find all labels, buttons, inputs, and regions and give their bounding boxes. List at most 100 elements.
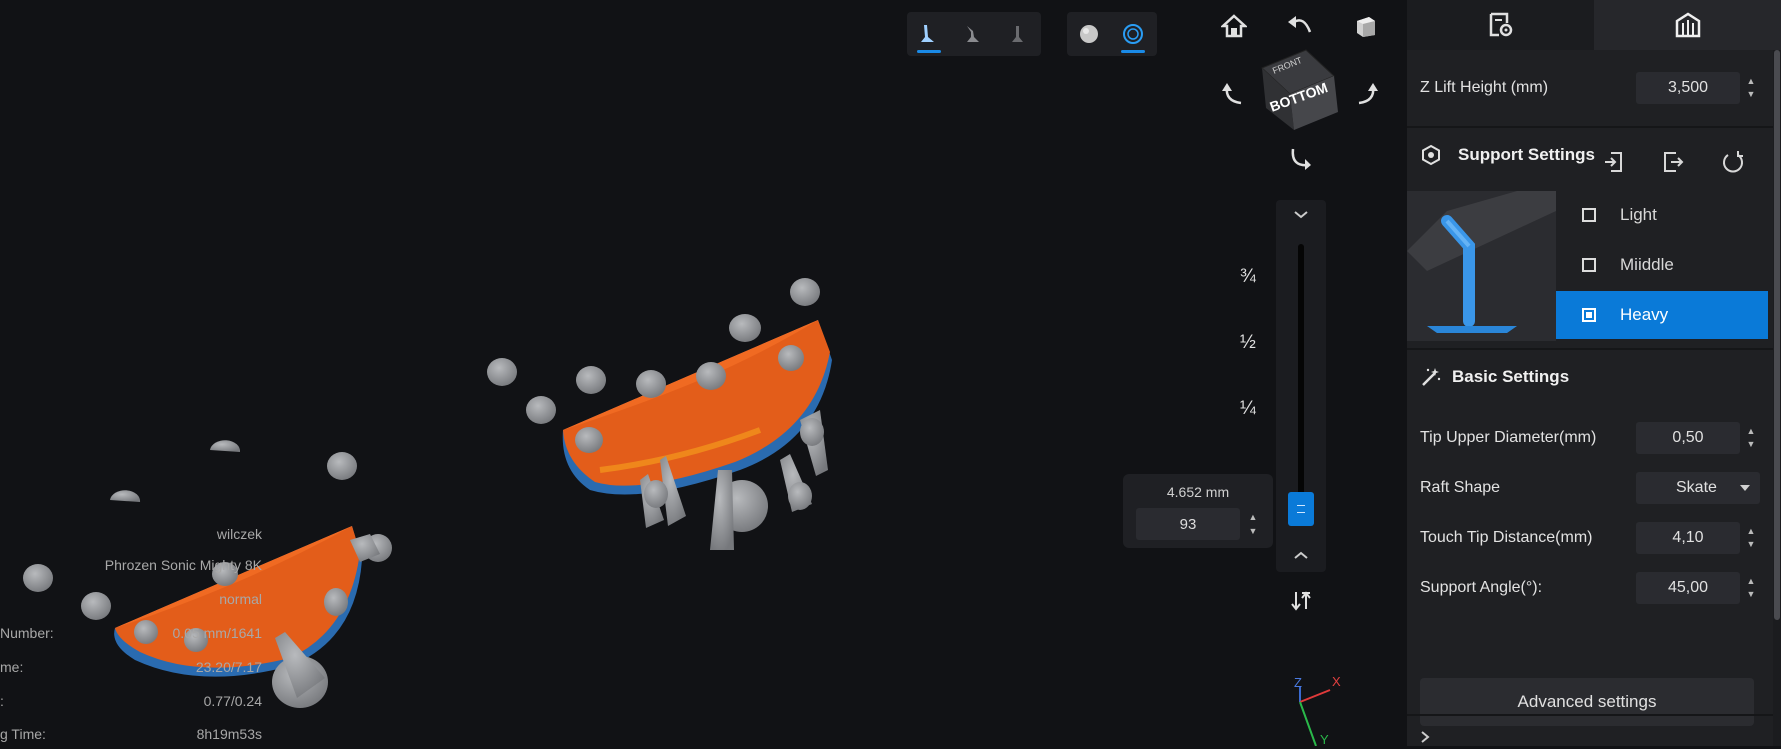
z-lift-spinner[interactable]: ▲ ▼ — [1742, 75, 1760, 101]
support-settings-header: Support Settings — [1420, 144, 1595, 166]
tip-upper-diameter-label: Tip Upper Diameter(mm) — [1420, 429, 1597, 446]
rotate-right-icon — [1358, 83, 1378, 105]
support-preview-image — [1407, 191, 1556, 341]
divider — [1407, 714, 1773, 716]
info-printer: Phrozen Sonic Mighty 8K — [104, 557, 262, 573]
advanced-settings-button[interactable]: Advanced settings — [1420, 678, 1754, 726]
info-layer-value: 0.05 mm/1641 — [172, 625, 263, 641]
checkbox-middle[interactable] — [1582, 258, 1596, 272]
support-tip-icon — [921, 25, 934, 42]
support-angle-row: Support Angle(°): 45,00 ▲ ▼ — [1420, 568, 1760, 608]
layer-slider[interactable] — [1276, 200, 1326, 572]
scrollbar-thumb[interactable] — [1774, 50, 1780, 620]
axis-gizmo: Z X Y — [1294, 676, 1341, 746]
sort-arrows-icon — [1291, 591, 1311, 611]
tip-upper-diameter-input[interactable]: 0,50 — [1636, 422, 1740, 454]
z-lift-row: Z Lift Height (mm) 3,500 ▲ ▼ — [1420, 68, 1760, 108]
chevron-down-icon — [1294, 211, 1308, 219]
touch-tip-distance-row: Touch Tip Distance(mm) 4,10 ▲ ▼ — [1420, 518, 1760, 558]
solid-view-button[interactable] — [1067, 12, 1111, 56]
chevron-right-icon — [1421, 731, 1430, 743]
z-lift-label: Z Lift Height (mm) — [1420, 79, 1549, 96]
panel-tabs — [1407, 0, 1781, 50]
rotate-down-icon — [1291, 148, 1311, 170]
view-cube[interactable]: FRONT BOTTOM — [1254, 46, 1344, 136]
home-view-button[interactable] — [1216, 8, 1252, 44]
hexagon-settings-icon — [1422, 144, 1440, 166]
import-settings-button[interactable] — [1602, 150, 1628, 176]
solid-sphere-icon — [1080, 25, 1098, 43]
tab-print-settings[interactable] — [1407, 0, 1594, 50]
touch-tip-distance-input[interactable]: 4,10 — [1636, 522, 1740, 554]
view-mode-toolbar — [1067, 12, 1157, 56]
slider-up-button[interactable] — [1276, 204, 1326, 226]
reset-icon — [1723, 151, 1743, 173]
support-angle-label: Support Angle(°): — [1420, 579, 1543, 596]
iso-view-button[interactable] — [1348, 8, 1384, 44]
layer-number-input[interactable]: 93 — [1136, 508, 1240, 540]
rotate-left-button[interactable] — [1216, 76, 1252, 112]
divider — [1407, 126, 1773, 128]
caret-down-icon — [1740, 485, 1750, 491]
info-label-layer: Number: — [0, 625, 54, 641]
info-time-value: 8h19m53s — [196, 726, 262, 742]
raft-shape-select[interactable]: Skate — [1636, 472, 1760, 504]
layer-height-readout: 4.652 mm — [1166, 484, 1230, 500]
wireframe-view-button[interactable] — [1111, 12, 1155, 56]
option-light-label: Light — [1620, 205, 1657, 224]
support-angled-icon — [967, 26, 979, 42]
layer-reset-button[interactable] — [1286, 588, 1316, 614]
support-settings-title: Support Settings — [1458, 145, 1595, 164]
touch-tip-distance-spinner[interactable]: ▲ ▼ — [1742, 525, 1760, 551]
layer-decrement[interactable]: ▼ — [1246, 525, 1260, 537]
slider-track[interactable] — [1298, 244, 1304, 524]
layer-readout-panel: 4.652 mm 93 ▲ ▼ — [1123, 474, 1273, 548]
export-settings-button[interactable] — [1661, 150, 1687, 176]
slider-fraction-1-2: ½ — [1240, 332, 1256, 353]
magic-wand-icon — [1422, 368, 1441, 386]
support-option-heavy[interactable]: Heavy — [1556, 291, 1768, 339]
info-profile: normal — [219, 591, 262, 607]
tab-support[interactable] — [1594, 0, 1781, 50]
reset-settings-button[interactable] — [1721, 150, 1747, 176]
support-option-light[interactable]: Light — [1556, 191, 1768, 239]
panel-scrollbar[interactable] — [1773, 50, 1781, 746]
layer-increment[interactable]: ▲ — [1246, 511, 1260, 523]
support-small-button[interactable] — [995, 12, 1039, 56]
rotate-back-icon — [1288, 16, 1312, 33]
panel-content: Z Lift Height (mm) 3,500 ▲ ▼ Support Sett… — [1407, 50, 1773, 746]
option-heavy-label: Heavy — [1620, 305, 1669, 324]
info-cost-value: 0.77/0.24 — [203, 693, 262, 709]
info-label-time: g Time: — [0, 726, 46, 742]
slider-down-button[interactable] — [1276, 544, 1326, 566]
raft-shape-value: Skate — [1676, 479, 1717, 496]
3d-viewport[interactable]: FRONT BOTTOM ¾ ½ ¼ 4.652 mm 93 ▲ ▼ wilcz… — [0, 0, 1407, 746]
z-lift-input[interactable]: 3,500 — [1636, 72, 1740, 104]
axis-x-label: X — [1332, 676, 1341, 689]
slider-fraction-1-4: ¼ — [1240, 398, 1256, 419]
support-angle-spinner[interactable]: ▲ ▼ — [1742, 575, 1760, 601]
support-angled-button[interactable] — [951, 12, 995, 56]
rotate-left-icon — [1222, 83, 1242, 105]
support-tip-button[interactable] — [907, 12, 951, 56]
tip-upper-diameter-spinner[interactable]: ▲ ▼ — [1742, 425, 1760, 451]
rotate-down-button[interactable] — [1282, 140, 1318, 176]
collapsed-section-chevron[interactable] — [1420, 730, 1440, 746]
print-settings-icon — [1489, 12, 1512, 37]
axis-y-label: Y — [1320, 732, 1329, 746]
rotate-right-button[interactable] — [1348, 76, 1384, 112]
support-option-middle[interactable]: Miiddle — [1556, 241, 1768, 289]
undo-view-button[interactable] — [1282, 8, 1318, 44]
slider-fraction-3-4: ¾ — [1240, 266, 1256, 287]
checkbox-heavy[interactable] — [1582, 308, 1596, 322]
info-label-volume: me: — [0, 659, 24, 675]
checkbox-light[interactable] — [1582, 208, 1596, 222]
slider-handle[interactable] — [1288, 492, 1314, 526]
model-watermelon-right[interactable] — [487, 278, 832, 550]
cube-icon — [1357, 17, 1375, 37]
divider — [1407, 348, 1773, 350]
support-angle-input[interactable]: 45,00 — [1636, 572, 1740, 604]
wireframe-sphere-icon — [1123, 24, 1143, 44]
support-small-icon — [1012, 26, 1023, 42]
support-mode-toolbar — [907, 12, 1041, 56]
